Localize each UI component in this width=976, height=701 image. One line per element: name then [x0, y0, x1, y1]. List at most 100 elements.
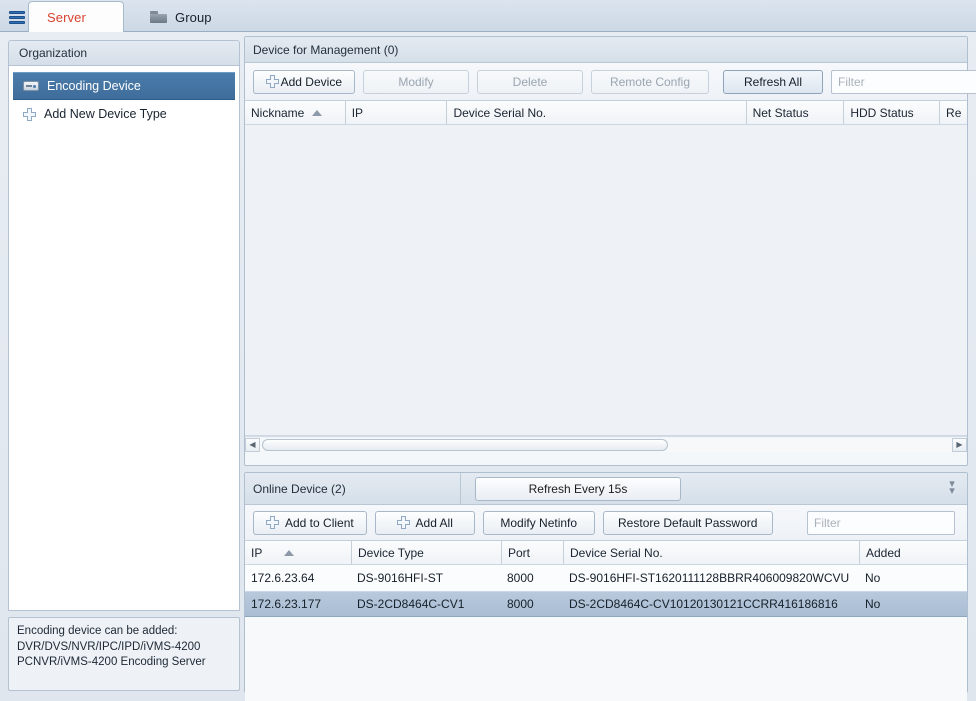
cell-port: 8000 [507, 597, 534, 611]
scroll-right-arrow-icon[interactable]: ▶ [952, 437, 967, 452]
sidebar-item-add-new-device-type-label: Add New Device Type [44, 107, 167, 121]
sidebar-item-add-new-device-type[interactable]: Add New Device Type [13, 100, 235, 128]
sidebar-item-encoding-device[interactable]: Encoding Device [13, 72, 235, 100]
chevron-down-double-icon[interactable]: ▾ ▾ [945, 479, 959, 497]
table-row[interactable]: 172.6.23.177 DS-2CD8464C-CV1 8000 DS-2CD… [245, 591, 967, 617]
column-header-net-status[interactable]: Net Status [745, 101, 844, 124]
scroll-left-arrow-icon[interactable]: ◀ [245, 437, 260, 452]
delete-button[interactable]: Delete [477, 69, 583, 94]
column-header-online-serial[interactable]: Device Serial No. [563, 541, 859, 564]
modify-netinfo-button[interactable]: Modify Netinfo [482, 510, 595, 535]
column-header-online-serial-label: Device Serial No. [570, 545, 663, 560]
scrollbar-thumb[interactable] [262, 438, 668, 451]
add-all-button[interactable]: Add All [374, 510, 475, 535]
modify-button[interactable]: Modify [363, 69, 469, 94]
scrollbar-track[interactable] [260, 437, 952, 452]
info-line-2: DVR/DVS/NVR/IPC/IPD/iVMS-4200 [17, 640, 201, 653]
info-line-1: Encoding device can be added: [17, 625, 178, 637]
ivms-device-management-window: Server Group Organization Encoding Devic… [0, 0, 976, 701]
column-header-recording-status[interactable]: Re [939, 101, 967, 124]
column-header-nickname-label: Nickname [251, 105, 305, 120]
sidebar-item-encoding-device-label: Encoding Device [47, 79, 141, 93]
cell-port: 8000 [507, 571, 534, 585]
remote-config-label: Remote Config [609, 74, 691, 89]
add-to-client-button[interactable]: Add to Client [253, 510, 367, 535]
column-header-port-label: Port [508, 545, 531, 560]
column-header-device-type[interactable]: Device Type [351, 541, 501, 564]
device-management-toolbar: Add Device Modify Delete Remote Config R… [245, 63, 976, 101]
cell-serial: DS-2CD8464C-CV10120130121CCRR416186816 [569, 597, 838, 611]
plus-icon [266, 75, 279, 88]
plus-icon [23, 107, 36, 121]
folder-icon [150, 10, 167, 24]
cell-ip: 172.6.23.177 [251, 597, 322, 611]
column-header-net-status-label: Net Status [752, 105, 809, 120]
plus-icon [266, 516, 279, 529]
plus-icon [396, 516, 410, 529]
cell-serial: DS-9016HFI-ST1620111128BBRR406009820WCVU [569, 571, 850, 585]
encoding-device-info-box: Encoding device can be added: DVR/DVS/NV… [8, 617, 240, 691]
column-header-device-serial-no[interactable]: Device Serial No. [446, 101, 745, 124]
refresh-all-label: Refresh All [743, 74, 803, 89]
online-device-table-header: IP Device Type Port Device Serial No. Ad… [245, 541, 967, 565]
cell-device-type: DS-2CD8464C-CV1 [357, 597, 465, 611]
remote-config-button[interactable]: Remote Config [591, 69, 709, 94]
device-management-horizontal-scrollbar[interactable]: ◀ ▶ [245, 436, 967, 452]
column-header-ip-label: IP [351, 105, 364, 120]
column-header-online-ip[interactable]: IP [245, 541, 351, 564]
column-header-port[interactable]: Port [501, 541, 563, 564]
column-header-hdd-status[interactable]: HDD Status [843, 101, 939, 124]
refresh-every-button[interactable]: Refresh Every 15s [475, 476, 681, 501]
right-content-area: Device for Management (0) Add Device Mod… [244, 36, 976, 701]
organization-header: Organization [8, 40, 240, 66]
column-header-hdd-status-label: HDD Status [850, 105, 914, 120]
online-device-filter-input[interactable] [807, 510, 955, 535]
add-all-label: Add All [415, 515, 453, 530]
device-management-table-body[interactable] [245, 125, 967, 436]
refresh-all-button[interactable]: Refresh All [723, 69, 823, 94]
tab-server-label: Server [47, 9, 86, 25]
organization-tree[interactable]: Encoding Device Add New Device Type [8, 66, 240, 611]
info-line-3: PCNVR/iVMS-4200 Encoding Server [17, 656, 206, 668]
cell-added: No [865, 597, 881, 611]
sort-ascending-icon [312, 109, 323, 116]
online-device-title: Online Device (2) [245, 472, 461, 505]
online-device-panel: Online Device (2) Refresh Every 15s ▾ ▾ A… [244, 472, 968, 701]
online-device-toolbar: Add to Client Add All Modify Netinfo Res… [245, 505, 967, 541]
restore-default-password-button[interactable]: Restore Default Password [602, 510, 773, 535]
column-header-online-ip-label: IP [251, 545, 263, 560]
column-header-ip[interactable]: IP [344, 101, 447, 124]
cell-ip: 172.6.23.64 [251, 571, 315, 585]
column-header-device-type-label: Device Type [358, 545, 424, 560]
restore-default-password-label: Restore Default Password [618, 515, 758, 530]
column-header-nickname[interactable]: Nickname [245, 101, 345, 124]
cell-added: No [865, 571, 881, 585]
tab-group[interactable]: Group [140, 2, 232, 32]
device-for-management-panel: Device for Management (0) Add Device Mod… [244, 36, 976, 466]
column-header-added[interactable]: Added [859, 541, 967, 564]
delete-label: Delete [512, 74, 548, 89]
modify-label: Modify [398, 74, 434, 89]
device-management-table-header: Nickname IP Device Serial No. Net Status… [245, 101, 967, 125]
online-device-header: Online Device (2) Refresh Every 15s ▾ ▾ [245, 472, 967, 505]
tab-group-label: Group [175, 9, 212, 25]
add-to-client-label: Add to Client [285, 515, 354, 530]
add-device-button[interactable]: Add Device [253, 69, 355, 94]
column-header-device-serial-no-label: Device Serial No. [453, 105, 547, 120]
server-rack-icon [9, 10, 25, 24]
device-management-filter-input[interactable] [831, 69, 976, 94]
online-device-table-body[interactable]: 172.6.23.64 DS-9016HFI-ST 8000 DS-9016HF… [245, 565, 967, 701]
tab-server[interactable]: Server [9, 1, 124, 32]
main-tab-bar: Server Group [0, 0, 976, 32]
modify-netinfo-label: Modify Netinfo [500, 515, 578, 530]
column-header-added-label: Added [866, 545, 901, 560]
column-header-recording-status-label: Re [946, 105, 962, 120]
organization-sidebar: Organization Encoding Device Add New Dev… [8, 40, 240, 693]
table-row[interactable]: 172.6.23.64 DS-9016HFI-ST 8000 DS-9016HF… [245, 565, 967, 591]
cell-device-type: DS-9016HFI-ST [357, 571, 444, 585]
device-for-management-title: Device for Management (0) [245, 37, 967, 63]
refresh-every-label: Refresh Every 15s [528, 481, 628, 496]
encoding-device-icon [23, 81, 39, 91]
sort-ascending-icon [284, 549, 295, 556]
add-device-label: Add Device [280, 74, 342, 89]
